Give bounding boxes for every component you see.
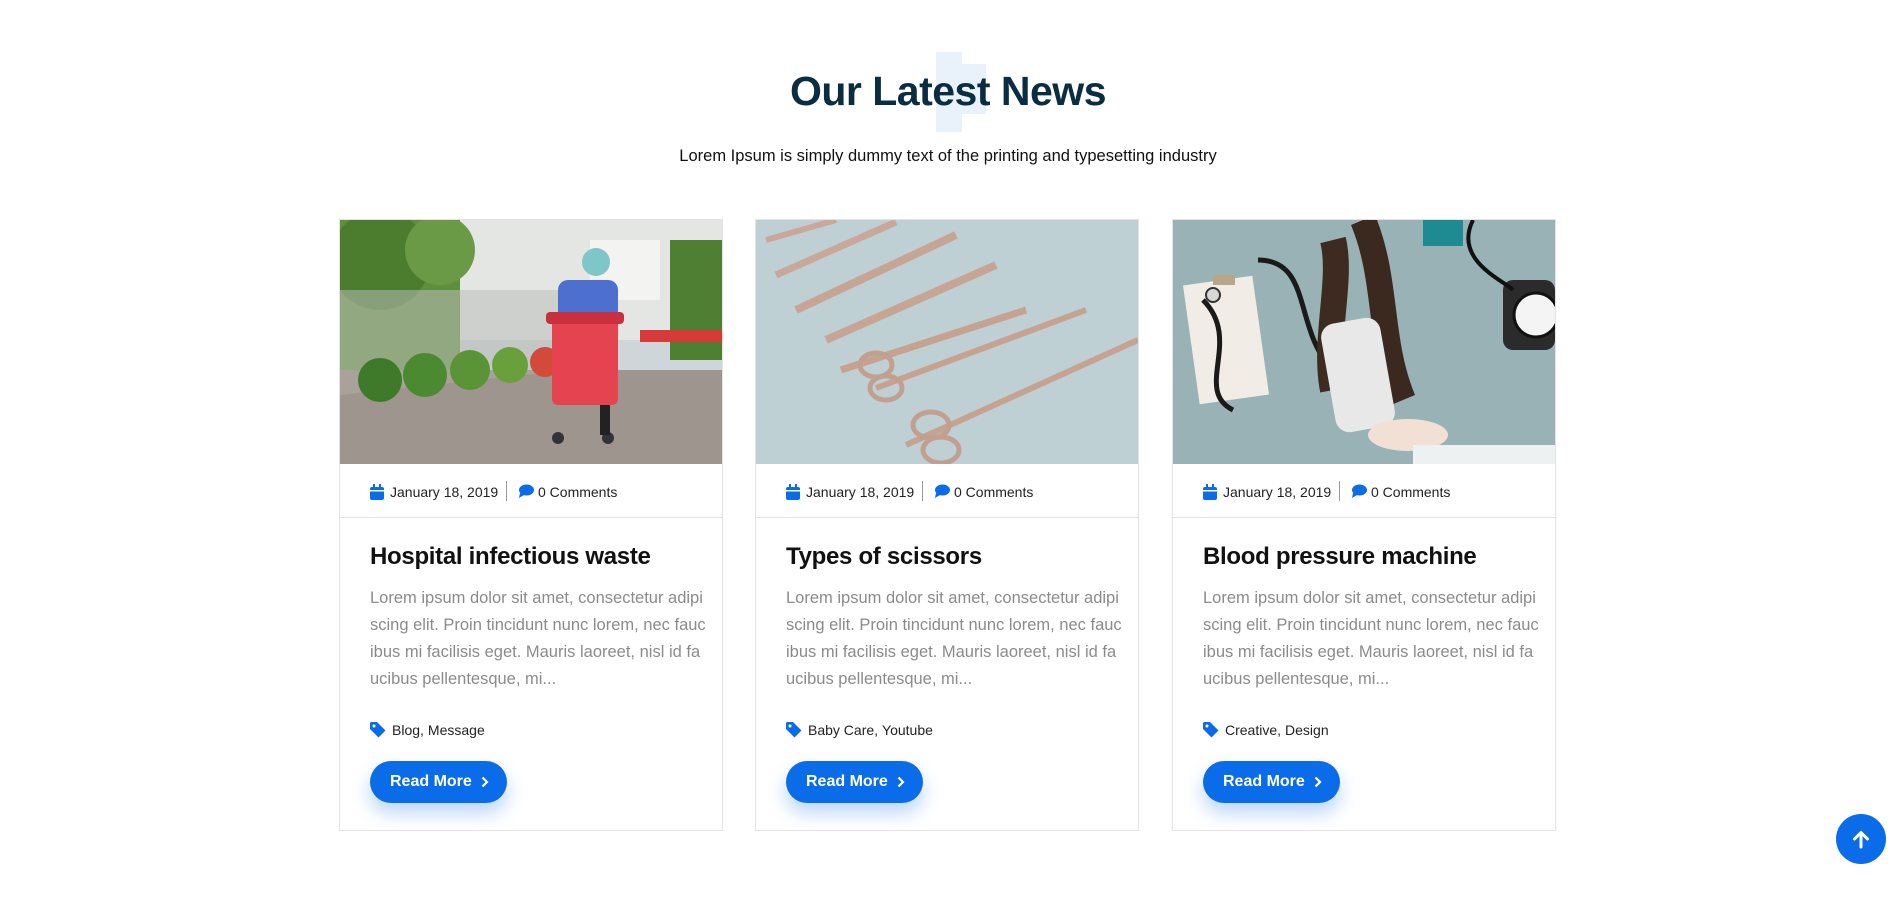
post-comments-link[interactable]: 0 Comments (1371, 483, 1450, 501)
post-image[interactable] (340, 220, 722, 464)
scroll-to-top-button[interactable] (1836, 814, 1886, 864)
post-comments-link[interactable]: 0 Comments (954, 483, 1033, 501)
meta-divider (922, 481, 923, 501)
latest-news-section: Our Latest News Lorem Ipsum is simply du… (0, 0, 1896, 916)
read-more-button[interactable]: Read More (786, 761, 923, 803)
post-title[interactable]: Hospital infectious waste (370, 542, 651, 572)
post-date[interactable]: January 18, 2019 (390, 483, 498, 501)
calendar-icon (370, 484, 384, 500)
post-meta: January 18, 2019 0 Comments (340, 464, 722, 518)
post-image[interactable] (756, 220, 1138, 464)
section-header: Our Latest News Lorem Ipsum is simply du… (0, 0, 1896, 165)
post-excerpt: Lorem ipsum dolor sit amet, consectetur … (370, 589, 706, 688)
post-date[interactable]: January 18, 2019 (1223, 483, 1331, 501)
comment-icon (519, 484, 534, 498)
tag-link[interactable]: Baby Care (808, 722, 874, 738)
read-more-label: Read More (1223, 773, 1305, 790)
post-title[interactable]: Blood pressure machine (1203, 542, 1477, 572)
chevron-right-icon (1314, 776, 1322, 788)
section-title: Our Latest News (789, 68, 1107, 114)
meta-divider (506, 481, 507, 501)
comment-icon (1352, 484, 1367, 498)
post-comments-link[interactable]: 0 Comments (538, 483, 617, 501)
post-meta: January 18, 2019 0 Comments (1173, 464, 1555, 518)
post-image[interactable] (1173, 220, 1555, 464)
tag-icon (786, 722, 802, 738)
hospital-waste-photo (340, 220, 722, 464)
section-subtitle: Lorem Ipsum is simply dummy text of the … (679, 147, 1217, 165)
chevron-right-icon (897, 776, 905, 788)
chevron-right-icon (481, 776, 489, 788)
read-more-label: Read More (390, 773, 472, 790)
news-card: January 18, 2019 0 Comments Blood pressu… (1172, 219, 1556, 831)
tag-link[interactable]: Blog (392, 722, 420, 738)
tag-link[interactable]: Creative (1225, 722, 1277, 738)
meta-divider (1339, 481, 1340, 501)
tag-link[interactable]: Youtube (882, 722, 933, 738)
read-more-label: Read More (806, 773, 888, 790)
calendar-icon (1203, 484, 1217, 500)
post-meta: January 18, 2019 0 Comments (756, 464, 1138, 518)
tag-separator: , (874, 722, 879, 738)
post-date[interactable]: January 18, 2019 (806, 483, 914, 501)
calendar-icon (786, 484, 800, 500)
tag-link[interactable]: Message (428, 722, 485, 738)
post-title[interactable]: Types of scissors (786, 542, 982, 572)
scissors-photo (756, 220, 1138, 464)
read-more-button[interactable]: Read More (1203, 761, 1340, 803)
news-card: January 18, 2019 0 Comments Types of sci… (755, 219, 1139, 831)
arrow-up-icon (1853, 831, 1869, 849)
news-card: January 18, 2019 0 Comments Hospital inf… (339, 219, 723, 831)
post-excerpt: Lorem ipsum dolor sit amet, consectetur … (1203, 589, 1539, 688)
tag-icon (1203, 722, 1219, 738)
post-excerpt: Lorem ipsum dolor sit amet, consectetur … (786, 589, 1122, 688)
blood-pressure-photo (1173, 220, 1555, 464)
tag-link[interactable]: Design (1285, 722, 1329, 738)
tag-separator: , (1277, 722, 1282, 738)
tag-icon (370, 722, 386, 738)
read-more-button[interactable]: Read More (370, 761, 507, 803)
comment-icon (935, 484, 950, 498)
tag-separator: , (420, 722, 424, 738)
